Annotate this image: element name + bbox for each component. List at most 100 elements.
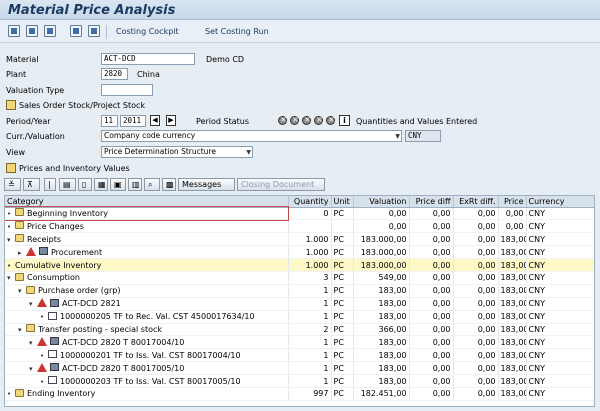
search-icon[interactable]: ⌕ <box>144 178 160 191</box>
category-cell[interactable]: • Cumulative Inventory <box>5 258 289 272</box>
folder-icon <box>26 324 35 333</box>
unit-cell: PC <box>331 232 354 247</box>
column-header[interactable]: Price diff <box>409 196 454 208</box>
table-row[interactable]: • 1000000201 TF to Iss. Val. CST 80017004… <box>5 348 594 363</box>
sales-order-stock-button[interactable]: Sales Order Stock/Project Stock <box>19 101 145 110</box>
material-icon <box>50 337 59 346</box>
view-dropdown[interactable]: Price Determination Structure <box>101 146 253 158</box>
leaf-bullet-icon[interactable]: • <box>7 262 15 270</box>
category-cell[interactable]: ▾ ACT-DCD 2820 T 80017004/10 <box>5 335 289 350</box>
category-cell[interactable]: • Beginning Inventory <box>5 206 289 221</box>
print-icon[interactable]: ▯ <box>78 178 92 191</box>
price-cell: 183,00 <box>498 387 527 401</box>
table-row[interactable]: ▾ Purchase order (grp) 1 PC 183,00 0,00 0,00 18… <box>5 284 594 298</box>
table-row[interactable]: ▸ Procurement 1.000 PC 183.000,00 0,00 0,00 183… <box>5 245 594 260</box>
price-cell: 183,00 <box>498 258 527 272</box>
price-diff-cell: 0,00 <box>409 219 454 234</box>
category-cell[interactable]: ▾ Receipts <box>5 232 289 247</box>
curr-valuation-dropdown[interactable]: Company code currency <box>101 130 402 142</box>
category-cell[interactable]: ▾ Purchase order (grp) <box>5 284 289 298</box>
sort-icon[interactable]: | <box>44 178 56 191</box>
expand-icon[interactable]: ≚ <box>4 178 21 191</box>
expand-node-icon[interactable]: ▾ <box>29 339 37 347</box>
table-row[interactable]: • 1000000203 TF to Iss. Val. CST 80017005… <box>5 374 594 388</box>
expand-node-icon[interactable]: ▾ <box>29 365 37 373</box>
table-row[interactable]: ▾ ACT-DCD 2820 T 80017005/10 1 PC 183,00 0,00… <box>5 361 594 376</box>
leaf-bullet-icon[interactable]: • <box>40 352 48 360</box>
category-label: 1000000205 TF to Rec. Val. CST 450001763… <box>60 312 255 322</box>
column-header[interactable]: Valuation <box>353 196 410 208</box>
valuation-type-input[interactable] <box>101 84 153 96</box>
column-header[interactable]: Currency <box>526 196 594 208</box>
category-cell[interactable]: ▾ Transfer posting - special stock <box>5 323 289 337</box>
grid-icon[interactable] <box>88 25 100 37</box>
category-cell[interactable]: ▾ Consumption <box>5 271 289 285</box>
price-cell: 183,00 <box>498 374 527 388</box>
category-cell[interactable]: ▾ ACT-DCD 2821 <box>5 297 289 311</box>
category-cell[interactable]: • Price Changes <box>5 219 289 234</box>
details-icon[interactable]: ▥ <box>128 178 142 191</box>
price-diff-cell: 0,00 <box>409 361 454 376</box>
currency-cell: CNY <box>526 297 594 311</box>
hierarchy-icon[interactable] <box>44 25 56 37</box>
currency-cell: CNY <box>526 219 594 234</box>
expand-node-icon[interactable]: ▾ <box>7 236 15 244</box>
costing-cockpit-button[interactable]: Costing Cockpit <box>116 27 179 36</box>
leaf-bullet-icon[interactable]: • <box>7 390 15 398</box>
leaf-bullet-icon[interactable]: • <box>40 378 48 386</box>
column-header[interactable]: ExRt diff. <box>453 196 499 208</box>
table-row[interactable]: ▾ ACT-DCD 2820 T 80017004/10 1 PC 183,00 0,00… <box>5 335 594 350</box>
year-input[interactable]: 2011 <box>120 115 146 127</box>
table-row[interactable]: ▾ Consumption 3 PC 549,00 0,00 0,00 183,00 CNY <box>5 271 594 285</box>
layout-icon[interactable]: ▣ <box>110 178 126 191</box>
previous-period-icon[interactable]: ◀ <box>150 115 160 126</box>
leaf-bullet-icon[interactable]: • <box>7 210 15 218</box>
period-input[interactable]: 11 <box>101 115 118 127</box>
leaf-bullet-icon[interactable]: • <box>40 313 48 321</box>
material-input[interactable]: ACT-DCD <box>101 53 195 65</box>
unit-cell: PC <box>331 271 354 285</box>
table-row[interactable]: ▾ Receipts 1.000 PC 183.000,00 0,00 0,00 183,00… <box>5 232 594 247</box>
prices-inventory-values-button[interactable]: Prices and Inventory Values <box>19 164 130 173</box>
table-row[interactable]: ▾ ACT-DCD 2821 1 PC 183,00 0,00 0,00 183,00 CNY <box>5 297 594 311</box>
column-header[interactable]: Quantity <box>288 196 332 208</box>
table-row[interactable]: • Beginning Inventory 0 PC 0,00 0,00 0,00 0,00 C… <box>5 206 594 221</box>
category-cell[interactable]: • 1000000203 TF to Iss. Val. CST 80017005… <box>5 374 289 388</box>
collapse-icon[interactable]: ⊼ <box>23 178 40 191</box>
material-label: Material <box>6 55 39 64</box>
set-costing-run-button[interactable]: Set Costing Run <box>205 27 269 36</box>
document-icon <box>48 311 57 320</box>
table-row[interactable]: ▾ Transfer posting - special stock 2 PC 366,… <box>5 323 594 337</box>
graphic-icon[interactable]: ▩ <box>162 178 176 191</box>
valuation-cell: 183.000,00 <box>353 245 410 260</box>
expand-node-icon[interactable]: ▾ <box>18 326 26 334</box>
collapsed-node-icon[interactable]: ▸ <box>18 249 26 257</box>
next-period-icon[interactable]: ▶ <box>166 115 176 126</box>
plant-input[interactable]: 2820 <box>101 68 128 80</box>
display-icon[interactable] <box>26 25 38 37</box>
calculator-icon[interactable] <box>70 25 82 37</box>
export-icon[interactable]: ▦ <box>94 178 108 191</box>
closing-document-button[interactable]: Closing Document <box>237 178 325 191</box>
filter-icon[interactable]: ▤ <box>59 178 76 191</box>
category-cell[interactable]: • 1000000205 TF to Rec. Val. CST 45000176… <box>5 310 289 324</box>
expand-node-icon[interactable]: ▾ <box>7 274 15 282</box>
messages-button[interactable]: Messages <box>178 178 235 191</box>
table-row[interactable]: • Price Changes 0,00 0,00 0,00 0,00 CNY <box>5 219 594 234</box>
column-header[interactable]: Price <box>498 196 527 208</box>
expand-node-icon[interactable]: ▾ <box>18 287 26 295</box>
table-row[interactable]: • Ending Inventory 997 PC 182.451,00 0,00 0,00… <box>5 387 594 401</box>
column-header[interactable]: Unit <box>331 196 354 208</box>
expand-node-icon[interactable]: ▾ <box>29 300 37 308</box>
category-cell[interactable]: ▾ ACT-DCD 2820 T 80017005/10 <box>5 361 289 376</box>
valuation-cell: 366,00 <box>353 323 410 337</box>
table-row[interactable]: • 1000000205 TF to Rec. Val. CST 45000176… <box>5 310 594 324</box>
column-header[interactable]: Category <box>5 196 289 208</box>
category-cell[interactable]: • 1000000201 TF to Iss. Val. CST 80017004… <box>5 348 289 363</box>
category-cell[interactable]: ▸ Procurement <box>5 245 289 260</box>
table-row[interactable]: • Cumulative Inventory 1.000 PC 183.000,00 0,… <box>5 258 594 272</box>
leaf-bullet-icon[interactable]: • <box>7 223 15 231</box>
category-cell[interactable]: • Ending Inventory <box>5 387 289 401</box>
refresh-icon[interactable] <box>8 25 20 37</box>
info-icon[interactable]: i <box>339 115 350 126</box>
